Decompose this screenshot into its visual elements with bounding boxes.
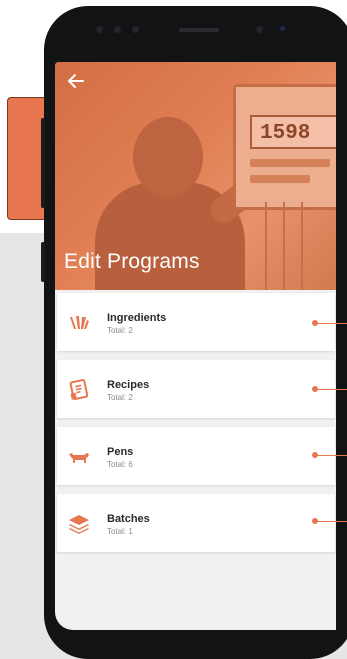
program-card-batches[interactable]: Batches Total: 1 — [57, 494, 335, 552]
back-button[interactable] — [67, 72, 91, 96]
program-label: Ingredients — [107, 312, 167, 324]
front-camera — [256, 26, 263, 33]
program-total: Total: 2 — [107, 326, 133, 335]
program-card-ingredients[interactable]: Ingredients Total: 2 — [57, 293, 335, 351]
speaker-grille — [179, 28, 219, 32]
app-screen: 1598 Edit Programs Ingredients Total: 2 … — [55, 62, 336, 630]
proximity-sensor — [280, 26, 285, 31]
callout-line — [316, 455, 347, 456]
program-label: Batches — [107, 513, 150, 525]
recipe-list-icon — [69, 379, 89, 401]
cow-icon — [69, 453, 89, 463]
program-total: Total: 2 — [107, 393, 133, 402]
sensor-dot — [132, 26, 139, 33]
page-title: Edit Programs — [64, 250, 200, 273]
sensor-dot — [96, 26, 103, 33]
program-total: Total: 6 — [107, 460, 133, 469]
callout-line — [316, 323, 347, 324]
wheat-icon — [70, 316, 89, 329]
sensor-dot — [114, 26, 121, 33]
program-card-pens[interactable]: Pens Total: 6 — [57, 427, 335, 485]
arrow-left-icon — [68, 74, 84, 88]
callout-line — [316, 521, 347, 522]
program-label: Pens — [107, 446, 134, 458]
program-total: Total: 1 — [107, 527, 133, 536]
header-image: 1598 Edit Programs — [55, 62, 336, 290]
program-label: Recipes — [107, 379, 150, 391]
program-card-recipes[interactable]: Recipes Total: 2 — [57, 360, 335, 418]
layers-icon — [69, 515, 89, 534]
side-button — [41, 242, 45, 282]
volume-button — [41, 118, 45, 208]
callout-line — [316, 389, 347, 390]
